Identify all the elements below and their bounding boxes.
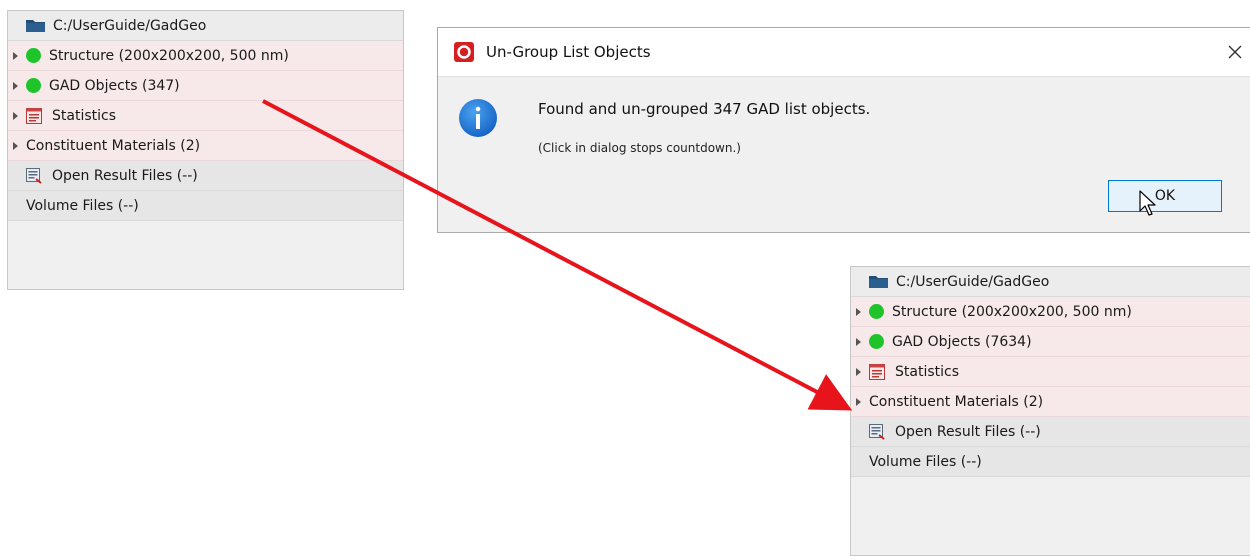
tree-item-label: Volume Files (--) (26, 197, 139, 214)
result-files-icon (26, 167, 42, 184)
result-files-icon (869, 423, 885, 440)
status-dot-icon (26, 48, 41, 63)
project-tree-before: C:/UserGuide/GadGeo Structure (200x200x2… (7, 10, 404, 290)
tree-item-structure[interactable]: Structure (200x200x200, 500 nm) (851, 297, 1250, 327)
expand-arrow-icon[interactable] (856, 307, 861, 316)
root-path-label: C:/UserGuide/GadGeo (896, 273, 1050, 290)
tree-root-path[interactable]: C:/UserGuide/GadGeo (8, 11, 403, 41)
project-tree-after: C:/UserGuide/GadGeo Structure (200x200x2… (850, 266, 1250, 556)
expand-arrow-icon[interactable] (856, 397, 861, 406)
expand-arrow-icon[interactable] (13, 141, 18, 150)
expand-arrow-icon[interactable] (13, 111, 18, 120)
tree-item-label: Constituent Materials (2) (869, 393, 1044, 410)
status-dot-icon (869, 304, 884, 319)
status-dot-icon (26, 78, 41, 93)
tree-item-label: Statistics (895, 363, 959, 380)
tree-item-statistics[interactable]: Statistics (8, 101, 403, 131)
tree-item-label: Volume Files (--) (869, 453, 982, 470)
tree-item-open-result-files[interactable]: Open Result Files (--) (851, 417, 1250, 447)
tree-item-open-result-files[interactable]: Open Result Files (--) (8, 161, 403, 191)
tree-item-label: Structure (200x200x200, 500 nm) (49, 47, 289, 64)
statistics-icon (26, 107, 42, 124)
statistics-icon (869, 363, 885, 380)
ok-button[interactable]: OK (1108, 180, 1222, 212)
tree-item-structure[interactable]: Structure (200x200x200, 500 nm) (8, 41, 403, 71)
tree-item-gad-objects[interactable]: GAD Objects (7634) (851, 327, 1250, 357)
info-icon (459, 99, 497, 137)
expand-arrow-icon[interactable] (856, 367, 861, 376)
dialog-message: Found and un-grouped 347 GAD list object… (538, 100, 871, 118)
tree-item-label: Open Result Files (--) (52, 167, 198, 184)
expand-arrow-icon[interactable] (13, 81, 18, 90)
expand-arrow-icon[interactable] (856, 337, 861, 346)
un-group-dialog[interactable]: Un-Group List Objects Found and un-group… (437, 27, 1250, 233)
expand-arrow-icon[interactable] (13, 51, 18, 60)
tree-item-constituent-materials[interactable]: Constituent Materials (2) (851, 387, 1250, 417)
dialog-title: Un-Group List Objects (486, 43, 651, 61)
root-path-label: C:/UserGuide/GadGeo (53, 17, 207, 34)
tree-item-label: Open Result Files (--) (895, 423, 1041, 440)
dialog-titlebar[interactable]: Un-Group List Objects (438, 28, 1250, 77)
tree-item-volume-files[interactable]: Volume Files (--) (851, 447, 1250, 477)
tree-item-label: Statistics (52, 107, 116, 124)
tree-item-label: Structure (200x200x200, 500 nm) (892, 303, 1132, 320)
folder-icon (869, 276, 888, 288)
dialog-hint: (Click in dialog stops countdown.) (538, 141, 741, 155)
tree-item-statistics[interactable]: Statistics (851, 357, 1250, 387)
tree-root-path[interactable]: C:/UserGuide/GadGeo (851, 267, 1250, 297)
tree-item-volume-files[interactable]: Volume Files (--) (8, 191, 403, 221)
tree-item-label: GAD Objects (7634) (892, 333, 1032, 350)
close-icon[interactable] (1222, 39, 1248, 65)
tree-item-label: Constituent Materials (2) (26, 137, 201, 154)
tree-item-constituent-materials[interactable]: Constituent Materials (2) (8, 131, 403, 161)
status-dot-icon (869, 334, 884, 349)
tree-item-label: GAD Objects (347) (49, 77, 180, 94)
folder-icon (26, 20, 45, 32)
app-logo-icon (454, 42, 474, 62)
tree-item-gad-objects[interactable]: GAD Objects (347) (8, 71, 403, 101)
